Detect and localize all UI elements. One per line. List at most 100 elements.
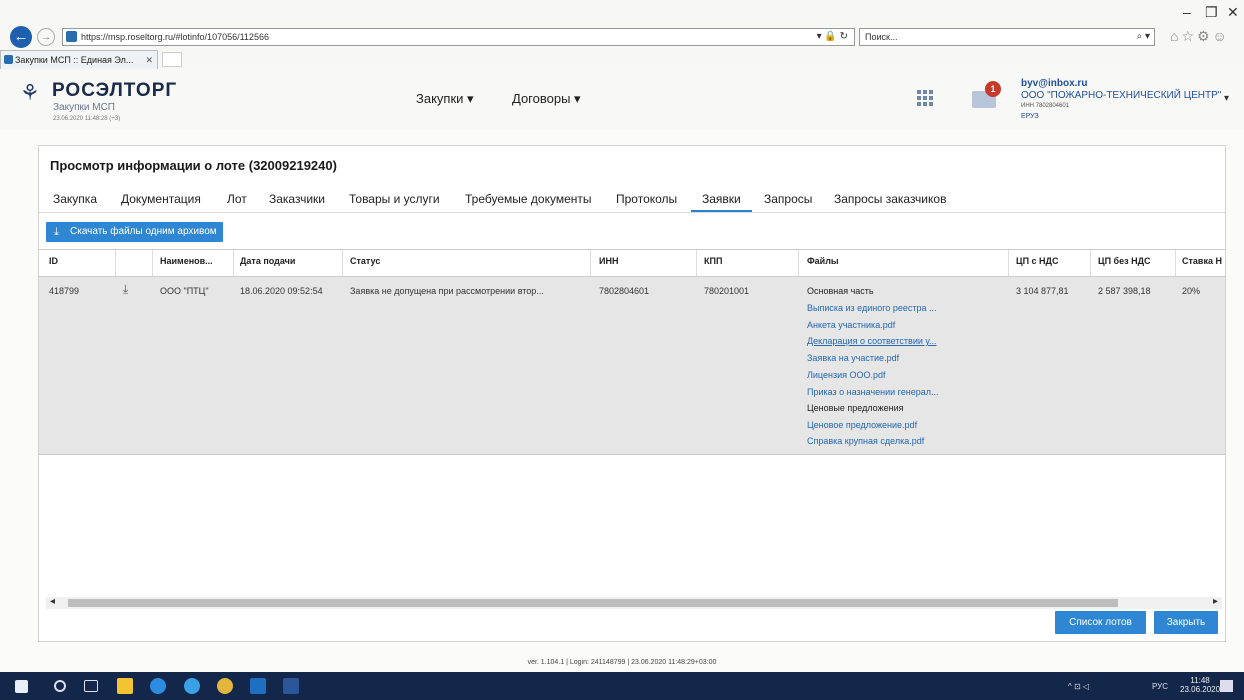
taskbar-clock[interactable]: 11:48 23.06.2020 [1180, 676, 1220, 694]
new-tab-button[interactable] [162, 52, 182, 67]
restore-icon[interactable]: ❐ [1205, 4, 1218, 21]
tab-documentation[interactable]: Документация [121, 192, 201, 206]
download-icon: ⤓ [54, 226, 59, 238]
active-tab-indicator [691, 210, 752, 212]
horizontal-scrollbar[interactable]: ◂ ▸ [46, 596, 1222, 609]
tab-purchase[interactable]: Закупка [53, 192, 97, 206]
file-link[interactable]: Анкета участника.pdf [807, 320, 895, 330]
file-link[interactable]: Ценовое предложение.pdf [807, 420, 917, 430]
tab-goods-services[interactable]: Товары и услуги [349, 192, 440, 206]
browser-search-input[interactable]: Поиск... ⌕ ▾ [859, 28, 1155, 46]
file-link[interactable]: Декларация о соответствии у... [807, 336, 936, 346]
download-archive-label: Скачать файлы одним архивом [70, 226, 217, 237]
chevron-down-icon[interactable]: ▾ [1224, 93, 1229, 104]
tab-customer-requests[interactable]: Запросы заказчиков [834, 192, 946, 206]
col-inn[interactable]: ИНН [599, 256, 618, 266]
address-url: https://msp.roseltorg.ru/#lotinfo/107056… [81, 32, 269, 42]
scrollbar-thumb[interactable] [68, 599, 1118, 607]
tab-protocols[interactable]: Протоколы [616, 192, 677, 206]
scroll-left-icon[interactable]: ◂ [50, 596, 55, 607]
cell-price-novat: 2 587 398,18 [1098, 286, 1151, 296]
tab-customers[interactable]: Заказчики [269, 192, 325, 206]
chrome-icon[interactable] [217, 678, 233, 694]
tabs-divider [39, 212, 1225, 213]
user-email[interactable]: byv@inbox.ru [1021, 78, 1087, 89]
system-tray-icons[interactable]: ^ ⊡ ◁ [1068, 682, 1089, 691]
tab-applications[interactable]: Заявки [702, 192, 741, 206]
cell-rate: 20% [1182, 286, 1201, 296]
apps-grid-icon[interactable] [917, 90, 933, 106]
column-separator [798, 250, 799, 276]
column-separator [590, 250, 591, 276]
browser-toolbar-icons[interactable]: ⌂☆⚙☺ [1170, 28, 1230, 45]
column-separator [1090, 250, 1091, 276]
search-icon[interactable]: ⌕ ▾ [1137, 29, 1150, 45]
word-icon[interactable] [283, 678, 299, 694]
tab-favicon-icon [4, 55, 13, 64]
logo-title[interactable]: РОСЭЛТОРГ [52, 80, 177, 102]
browser-tab[interactable]: Закупки МСП :: Единая Эл... ✕ [0, 50, 158, 69]
close-button[interactable]: Закрыть [1154, 611, 1218, 634]
minimize-icon[interactable]: – [1183, 4, 1191, 20]
column-separator [115, 250, 116, 276]
windows-start-icon[interactable] [15, 680, 28, 693]
file-group-main: Основная часть [807, 286, 874, 296]
back-arrow-icon[interactable]: ← [10, 26, 32, 48]
column-separator [696, 250, 697, 276]
task-view-icon[interactable] [84, 680, 98, 692]
file-explorer-icon[interactable] [117, 678, 133, 694]
address-tools-icon[interactable]: ▾ 🔒 ↻ [817, 29, 848, 45]
user-inn: ИНН 7802804601 [1021, 103, 1070, 109]
file-link[interactable]: Справка крупная сделка.pdf [807, 436, 924, 446]
user-role: ЕРУЗ [1021, 113, 1039, 120]
col-date[interactable]: Дата подачи [240, 256, 295, 266]
tab-required-docs[interactable]: Требуемые документы [465, 192, 592, 206]
col-files[interactable]: Файлы [807, 256, 839, 266]
edge-icon[interactable] [150, 678, 166, 694]
tab-title: Закупки МСП :: Единая Эл... [15, 55, 134, 65]
col-status[interactable]: Статус [350, 256, 380, 266]
file-link[interactable]: Выписка из единого реестра ... [807, 303, 936, 313]
tab-lot[interactable]: Лот [227, 192, 247, 206]
file-link[interactable]: Заявка на участие.pdf [807, 353, 899, 363]
notifications-icon[interactable] [1220, 680, 1233, 692]
outlook-icon[interactable] [250, 678, 266, 694]
col-price-novat[interactable]: ЦП без НДС [1098, 256, 1151, 266]
file-link[interactable]: Приказ о назначении генерал... [807, 387, 939, 397]
col-name[interactable]: Наименов... [160, 256, 213, 266]
download-icon[interactable]: ⤓ [123, 282, 128, 297]
col-kpp[interactable]: КПП [704, 256, 722, 266]
file-link[interactable]: Лицензия ООО.pdf [807, 370, 886, 380]
column-separator [1008, 250, 1009, 276]
table-row[interactable] [39, 277, 1225, 455]
download-archive-button[interactable]: ⤓ Скачать файлы одним архивом [46, 222, 223, 242]
column-separator [1175, 250, 1176, 276]
user-organization[interactable]: ООО "ПОЖАРНО-ТЕХНИЧЕСКИЙ ЦЕНТР" [1021, 90, 1221, 101]
tab-close-icon[interactable]: ✕ [145, 51, 153, 69]
close-window-icon[interactable]: ✕ [1227, 4, 1239, 21]
col-price-vat[interactable]: ЦП с НДС [1016, 256, 1058, 266]
column-separator [152, 250, 153, 276]
cell-price-vat: 3 104 877,81 [1016, 286, 1069, 296]
logo-subtitle: Закупки МСП [53, 102, 115, 113]
nav-purchases[interactable]: Закупки ▾ [416, 91, 474, 107]
column-separator [342, 250, 343, 276]
internet-explorer-icon[interactable] [184, 678, 200, 694]
cell-status: Заявка не допущена при рассмотрении втор… [350, 286, 544, 296]
nav-contracts[interactable]: Договоры ▾ [512, 91, 581, 107]
col-id[interactable]: ID [49, 256, 58, 266]
cell-date: 18.06.2020 09:52:54 [240, 286, 323, 296]
address-bar[interactable]: https://msp.roseltorg.ru/#lotinfo/107056… [62, 28, 855, 46]
lot-list-button[interactable]: Список лотов [1055, 611, 1146, 634]
tab-requests[interactable]: Запросы [764, 192, 812, 206]
forward-arrow-icon[interactable]: → [37, 28, 55, 46]
search-placeholder: Поиск... [865, 32, 898, 42]
logo-icon: ⚘ [20, 80, 40, 105]
search-icon[interactable] [54, 680, 66, 692]
page-title: Просмотр информации о лоте (32009219240) [50, 158, 337, 173]
col-rate[interactable]: Ставка Н [1182, 256, 1222, 266]
cell-inn: 7802804601 [599, 286, 650, 296]
server-time: 23.06.2020 11:48:28 (+3) [53, 116, 121, 122]
input-language[interactable]: РУС [1152, 682, 1168, 691]
scroll-right-icon[interactable]: ▸ [1213, 596, 1218, 607]
